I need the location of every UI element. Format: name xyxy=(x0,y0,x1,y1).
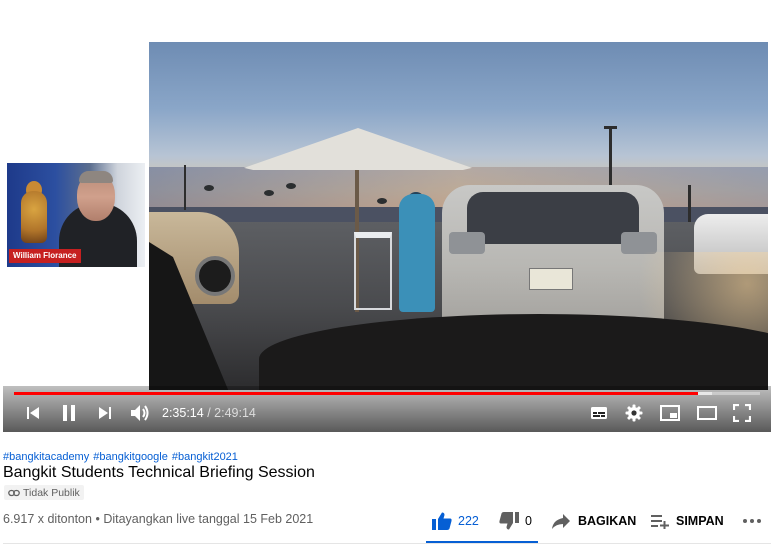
statue-body xyxy=(21,191,47,243)
link-icon xyxy=(8,489,20,496)
next-button[interactable] xyxy=(94,402,116,424)
tail-light xyxy=(621,232,657,254)
volume-icon xyxy=(131,405,149,421)
suv-rear-window xyxy=(467,192,639,244)
save-button[interactable]: SIMPAN xyxy=(650,508,724,534)
fullscreen-button[interactable] xyxy=(731,402,753,424)
speaker-hair xyxy=(79,171,113,183)
light-pole-head xyxy=(604,126,617,129)
palm-tree xyxy=(286,183,296,189)
thumbs-up-icon xyxy=(432,512,452,530)
palm-tree xyxy=(377,198,387,204)
car-wheel xyxy=(195,256,235,296)
like-button[interactable]: 222 xyxy=(431,508,479,534)
premiere-date: Ditayangkan live tanggal 15 Feb 2021 xyxy=(103,512,314,526)
subtitles-button[interactable] xyxy=(588,402,610,424)
share-icon xyxy=(552,514,570,529)
hashtag-link[interactable]: #bangkit2021 xyxy=(172,451,238,463)
skip-previous-icon xyxy=(27,407,39,419)
palm-tree xyxy=(264,190,274,196)
hashtag-list: #bangkitacademy #bangkitgoogle #bangkit202… xyxy=(3,451,242,463)
video-content[interactable]: William Florance xyxy=(3,0,771,432)
dashcam-video-frame xyxy=(149,42,768,390)
dislike-count: 0 xyxy=(525,514,532,528)
time-display: 2:35:14 / 2:49:14 xyxy=(162,405,256,421)
volume-button[interactable] xyxy=(128,402,152,424)
video-title: Bangkit Students Technical Briefing Sess… xyxy=(3,464,315,481)
meta-separator: • xyxy=(95,512,100,526)
table-stand xyxy=(354,232,392,310)
light-pole xyxy=(688,185,691,222)
dislike-button[interactable]: 0 xyxy=(498,508,532,534)
theater-mode-button[interactable] xyxy=(695,402,719,424)
previous-button[interactable] xyxy=(22,402,44,424)
current-time: 2:35:14 xyxy=(162,406,204,420)
license-plate xyxy=(529,268,573,290)
privacy-label: Tidak Publik xyxy=(23,486,80,499)
playlist-add-icon xyxy=(651,515,669,529)
time-separator: / xyxy=(207,406,211,420)
divider xyxy=(3,543,771,544)
thumbs-down-icon xyxy=(499,512,519,530)
fullscreen-icon xyxy=(733,404,751,422)
subtitles-icon xyxy=(591,407,607,419)
pause-icon xyxy=(63,405,75,421)
more-horizontal-icon xyxy=(743,519,761,523)
more-actions-button[interactable] xyxy=(742,508,762,534)
video-meta: 6.917 x ditonton • Ditayangkan live tang… xyxy=(3,512,313,526)
speaker-name-tag: William Florance xyxy=(9,249,81,263)
privacy-badge: Tidak Publik xyxy=(4,485,84,500)
settings-button[interactable] xyxy=(623,402,645,424)
speaker-webcam: William Florance xyxy=(7,163,145,267)
video-player[interactable]: William Florance 2:35:14 / 2:49:14 xyxy=(3,0,771,432)
gear-icon xyxy=(625,404,643,422)
tail-light xyxy=(449,232,485,254)
theater-mode-icon xyxy=(697,406,717,420)
progress-played xyxy=(14,392,699,395)
view-count: 6.917 x ditonton xyxy=(3,512,92,526)
duration: 2:49:14 xyxy=(214,406,256,420)
pause-button[interactable] xyxy=(58,402,80,424)
miniplayer-icon xyxy=(660,405,680,421)
skip-next-icon xyxy=(99,407,111,419)
hashtag-link[interactable]: #bangkitgoogle xyxy=(93,451,168,463)
like-count: 222 xyxy=(458,514,479,528)
utility-pole xyxy=(184,165,186,210)
share-button[interactable]: BAGIKAN xyxy=(551,508,636,534)
progress-bar[interactable] xyxy=(14,392,760,395)
health-worker xyxy=(399,194,435,312)
miniplayer-button[interactable] xyxy=(659,402,681,424)
palm-tree xyxy=(204,185,214,191)
save-label: SIMPAN xyxy=(676,514,724,528)
hashtag-link[interactable]: #bangkitacademy xyxy=(3,451,89,463)
share-label: BAGIKAN xyxy=(578,514,637,528)
